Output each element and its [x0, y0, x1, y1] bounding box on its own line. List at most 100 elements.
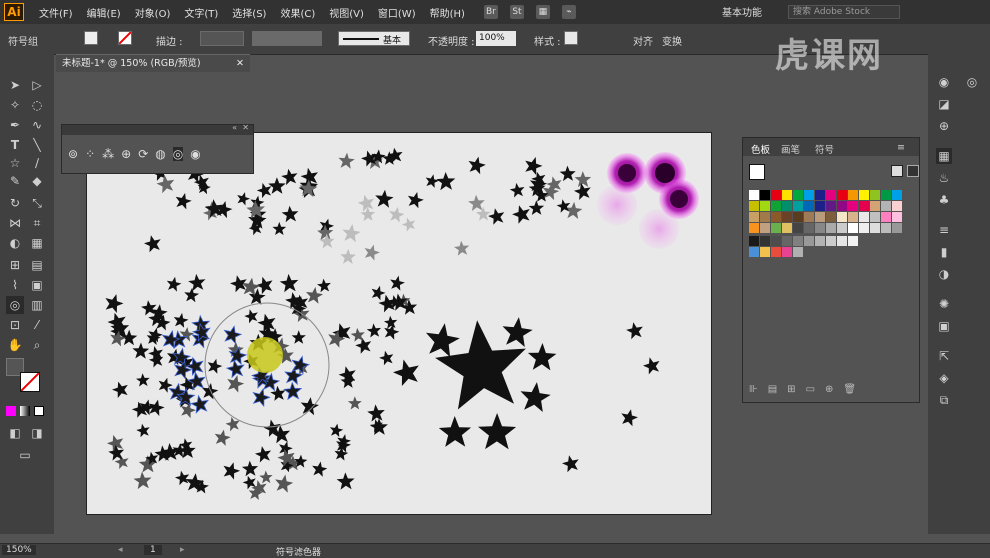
rotate-icon[interactable]: ↻	[6, 194, 24, 212]
color-swatch[interactable]	[771, 212, 781, 222]
selection-icon[interactable]: ➤	[6, 76, 24, 94]
color-swatch[interactable]	[804, 201, 814, 211]
color-swatch[interactable]	[749, 212, 759, 222]
star-symbol[interactable]	[336, 437, 351, 453]
color-swatch[interactable]	[793, 247, 803, 257]
star-symbol[interactable]	[338, 152, 355, 169]
color-swatch[interactable]	[749, 236, 759, 246]
slice-icon[interactable]: ⁄	[28, 316, 46, 334]
tab-symbols[interactable]: 符号	[815, 142, 834, 156]
star-symbol[interactable]	[468, 194, 485, 211]
color-swatch[interactable]	[793, 212, 803, 222]
star-symbol[interactable]	[364, 244, 380, 261]
star-symbol[interactable]	[573, 183, 591, 200]
color-swatch[interactable]	[892, 223, 902, 233]
swatch-options-icon[interactable]: ⊞	[787, 384, 795, 395]
star-symbol[interactable]	[184, 287, 200, 303]
star-symbol[interactable]	[525, 156, 543, 175]
star-symbol[interactable]	[259, 470, 273, 484]
screen-mode-icon[interactable]: ▭	[16, 446, 34, 464]
star-symbol[interactable]	[223, 462, 241, 480]
color-swatch[interactable]	[793, 236, 803, 246]
star-symbol[interactable]	[643, 357, 660, 375]
star-symbol[interactable]	[478, 413, 517, 450]
none-mode-icon[interactable]	[34, 406, 44, 416]
menu-view[interactable]: 视图(V)	[322, 5, 371, 20]
tab-swatches[interactable]: 色板	[751, 142, 770, 156]
star-symbol[interactable]	[509, 182, 525, 198]
show-kinds-icon[interactable]: ▤	[768, 384, 777, 395]
color-swatch[interactable]	[837, 212, 847, 222]
export-icon[interactable]: ⇱	[936, 348, 952, 364]
color-swatch[interactable]	[870, 201, 880, 211]
color-swatch[interactable]	[859, 212, 869, 222]
color-swatch[interactable]	[815, 190, 825, 200]
star-symbol[interactable]	[112, 381, 128, 398]
star-symbol[interactable]	[306, 286, 324, 304]
transform-button[interactable]: 变换	[662, 33, 682, 48]
paintbrush-icon[interactable]: ∕	[28, 154, 46, 172]
star-symbol[interactable]	[574, 171, 592, 188]
swatch-libraries-icon[interactable]: ⊪	[749, 384, 758, 395]
star-symbol[interactable]	[527, 343, 557, 371]
symbol-spinner-icon[interactable]: ⟳	[138, 147, 148, 161]
star-symbol[interactable]	[366, 323, 382, 338]
bridge-icon[interactable]: Br	[483, 5, 498, 19]
star-symbol[interactable]	[355, 337, 372, 354]
draw-inside-icon[interactable]: ◨	[28, 424, 46, 442]
color-mode-icon[interactable]	[6, 406, 16, 416]
fill-swatch[interactable]	[84, 31, 98, 45]
close-icon[interactable]: ✕	[242, 123, 249, 132]
delete-swatch-icon[interactable]: 🗑	[843, 384, 856, 395]
color-swatch[interactable]	[749, 201, 759, 211]
color-swatch[interactable]	[749, 223, 759, 233]
star-symbol[interactable]	[244, 309, 258, 324]
color-swatch[interactable]	[815, 201, 825, 211]
star-symbol[interactable]	[141, 300, 157, 316]
menu-window[interactable]: 窗口(W)	[371, 5, 423, 20]
selected-star-symbol[interactable]	[223, 325, 243, 345]
star-symbol[interactable]	[291, 330, 306, 344]
color-swatch[interactable]	[870, 223, 880, 233]
symbol-styler-icon[interactable]: ◉	[190, 147, 200, 161]
free-transform-icon[interactable]: ⌗	[28, 214, 46, 232]
arrange-documents-icon[interactable]: ▦	[535, 5, 550, 19]
star-symbol[interactable]	[562, 455, 579, 473]
color-swatch[interactable]	[760, 190, 770, 200]
color-swatch[interactable]	[760, 247, 770, 257]
star-symbol[interactable]	[556, 199, 571, 213]
layers-icon[interactable]: ◈	[936, 370, 952, 386]
color-swatch[interactable]	[837, 236, 847, 246]
color-swatch[interactable]	[870, 190, 880, 200]
star-symbol[interactable]	[407, 192, 424, 209]
star-symbol[interactable]	[384, 324, 400, 340]
color-swatch[interactable]	[848, 236, 858, 246]
color-swatch[interactable]	[749, 190, 759, 200]
brush-definition[interactable]: 基本	[338, 31, 410, 46]
star-symbol[interactable]	[488, 208, 505, 225]
variable-width-profile[interactable]	[252, 31, 322, 46]
shaper-icon[interactable]: ✎	[6, 172, 24, 190]
stroke-color-swatch[interactable]	[20, 372, 40, 392]
star-symbol[interactable]	[360, 206, 376, 222]
close-icon[interactable]: ✕	[236, 55, 244, 73]
color-swatch[interactable]	[859, 223, 869, 233]
color-swatch[interactable]	[848, 212, 858, 222]
new-color-group-icon[interactable]: ▭	[806, 384, 815, 395]
star-symbol[interactable]	[201, 383, 219, 400]
pen-icon[interactable]: ✒	[6, 116, 24, 134]
selected-star-symbol[interactable]	[252, 387, 271, 408]
menu-edit[interactable]: 编辑(E)	[80, 5, 128, 20]
star-symbol[interactable]	[281, 168, 298, 186]
artboard-icon[interactable]: ⊡	[6, 316, 24, 334]
star-symbol[interactable]	[621, 409, 638, 427]
cc-libraries-icon[interactable]: ◎	[964, 74, 980, 90]
color-swatch[interactable]	[771, 201, 781, 211]
color-swatch[interactable]	[793, 223, 803, 233]
symbol-sizer-icon[interactable]: ⊕	[121, 147, 131, 161]
star-symbol[interactable]	[166, 276, 182, 292]
document-tab[interactable]: 未标题-1* @ 150% (RGB/预览) ✕	[56, 54, 250, 72]
star-symbol[interactable]	[476, 206, 491, 221]
star-symbol[interactable]	[173, 312, 189, 328]
draw-normal-icon[interactable]: ◧	[6, 424, 24, 442]
